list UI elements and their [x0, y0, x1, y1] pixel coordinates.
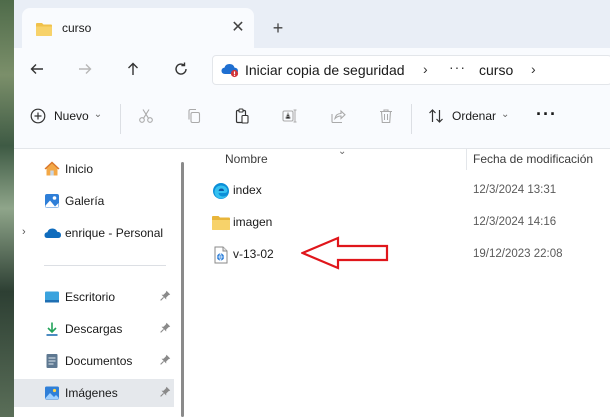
plus-circle-icon	[30, 108, 46, 124]
sidebar-item-label: Imágenes	[65, 386, 118, 400]
arrow-up-icon	[128, 62, 138, 75]
rename-icon	[282, 109, 297, 123]
clipboard-icon	[235, 108, 249, 124]
back-button[interactable]	[26, 58, 48, 80]
file-row-imagen[interactable]: imagen 12/3/2024 14:16	[208, 209, 610, 237]
breadcrumb-curso[interactable]: curso	[479, 62, 513, 78]
close-tab-icon[interactable]: ✕	[228, 18, 248, 38]
sidebar-divider	[44, 265, 166, 266]
sidebar-item-documentos[interactable]: Documentos	[14, 347, 174, 375]
file-name: index	[233, 183, 262, 197]
sidebar-item-descargas[interactable]: Descargas	[14, 315, 174, 343]
share-button[interactable]	[330, 108, 346, 124]
new-button[interactable]: Nuevo ⌄	[30, 108, 102, 124]
sidebar-item-galeria[interactable]: Galería	[14, 187, 174, 215]
toolbar-divider	[120, 104, 121, 134]
sidebar-scrollbar[interactable]	[181, 162, 184, 417]
sidebar-item-label: Documentos	[65, 354, 133, 368]
cut-button[interactable]	[138, 108, 154, 124]
address-bar[interactable]: Iniciar copia de seguridad › ··· curso ›	[212, 55, 610, 85]
sidebar-item-label: Escritorio	[65, 290, 116, 304]
chevron-down-icon: ⌄	[501, 108, 510, 120]
pin-icon[interactable]	[160, 386, 171, 400]
navigation-bar: Iniciar copia de seguridad › ··· curso ›	[14, 48, 610, 90]
folder-icon	[36, 22, 52, 39]
backup-prompt-link[interactable]: Iniciar copia de seguridad	[245, 62, 405, 78]
chevron-down-icon: ⌄	[93, 108, 103, 120]
documents-icon	[44, 353, 60, 369]
home-icon	[44, 161, 60, 177]
scissors-icon	[139, 109, 153, 123]
sidebar-item-onedrive[interactable]: › enrique - Personal	[14, 219, 174, 247]
arrow-right-icon	[79, 64, 92, 74]
file-row-v-13-02[interactable]: v-13-02 19/12/2023 22:08	[208, 241, 610, 269]
web-document-icon	[212, 246, 230, 264]
red-annotation-arrow	[301, 236, 389, 270]
file-name: imagen	[233, 215, 273, 229]
file-date: 12/3/2024 13:31	[473, 184, 557, 196]
file-row-index[interactable]: index 12/3/2024 13:31	[208, 177, 610, 205]
paste-button[interactable]	[234, 108, 250, 124]
copy-button[interactable]	[186, 108, 202, 124]
rename-button[interactable]	[282, 108, 298, 124]
edge-html-icon	[212, 182, 230, 200]
column-header-date[interactable]: Fecha de modificación	[473, 152, 593, 166]
refresh-button[interactable]	[170, 58, 192, 80]
sidebar-item-inicio[interactable]: Inicio	[14, 155, 174, 183]
gallery-icon	[44, 193, 60, 209]
file-date: 19/12/2023 22:08	[473, 248, 563, 260]
desktop-background	[0, 0, 14, 417]
sidebar-item-label: Galería	[65, 194, 105, 208]
forward-button[interactable]	[74, 58, 96, 80]
refresh-icon	[175, 62, 187, 75]
sidebar-item-label: enrique - Personal	[65, 226, 164, 240]
delete-button[interactable]	[378, 108, 394, 124]
breadcrumb-overflow-button[interactable]: ···	[449, 59, 466, 75]
folder-icon	[212, 214, 230, 232]
copy-icon	[188, 108, 201, 124]
up-button[interactable]	[122, 58, 144, 80]
cloud-backup-icon	[221, 62, 239, 81]
pin-icon[interactable]	[160, 322, 171, 336]
tab-bar: curso ✕ +	[14, 0, 610, 48]
expand-chevron-icon[interactable]: ›	[22, 226, 26, 238]
arrow-left-icon	[30, 64, 43, 74]
pictures-icon	[44, 385, 60, 401]
command-bar: Nuevo ⌄ Ordenar ⌄ ···	[14, 90, 610, 149]
desktop-icon	[44, 289, 60, 305]
sort-caret-icon: ⌄	[338, 146, 347, 157]
new-button-label: Nuevo	[54, 109, 89, 123]
breadcrumb-chevron-icon[interactable]: ›	[531, 61, 536, 77]
sort-icon	[429, 109, 443, 123]
column-divider[interactable]	[466, 148, 467, 170]
toolbar-divider	[411, 104, 412, 134]
file-explorer-window: curso ✕ + Iniciar copia de seguridad › ·…	[14, 0, 610, 417]
share-icon	[331, 109, 346, 124]
file-date: 12/3/2024 14:16	[473, 216, 557, 228]
sidebar-item-escritorio[interactable]: Escritorio	[14, 283, 174, 311]
sort-button[interactable]: Ordenar ⌄	[428, 108, 509, 124]
sort-button-label: Ordenar	[452, 109, 497, 123]
trash-icon	[380, 109, 392, 124]
file-name: v-13-02	[233, 247, 274, 261]
pin-icon[interactable]	[160, 354, 171, 368]
more-options-button[interactable]: ···	[536, 104, 557, 125]
tab-title: curso	[62, 21, 92, 35]
sidebar-item-imagenes[interactable]: Imágenes	[14, 379, 174, 407]
sidebar-item-label: Descargas	[65, 322, 123, 336]
new-tab-button[interactable]: +	[266, 16, 290, 40]
pin-icon[interactable]	[160, 290, 171, 304]
file-list: ⌄ Nombre Fecha de modificación index 12/…	[190, 146, 610, 417]
breadcrumb-separator-icon[interactable]: ›	[423, 61, 428, 77]
navigation-pane: Inicio Galería › enrique - Personal Escr…	[14, 148, 178, 417]
sidebar-item-label: Inicio	[65, 162, 94, 176]
download-icon	[44, 321, 60, 337]
onedrive-icon	[44, 225, 61, 241]
column-header-name[interactable]: Nombre	[225, 152, 268, 166]
tab-curso[interactable]: curso ✕	[22, 8, 254, 48]
